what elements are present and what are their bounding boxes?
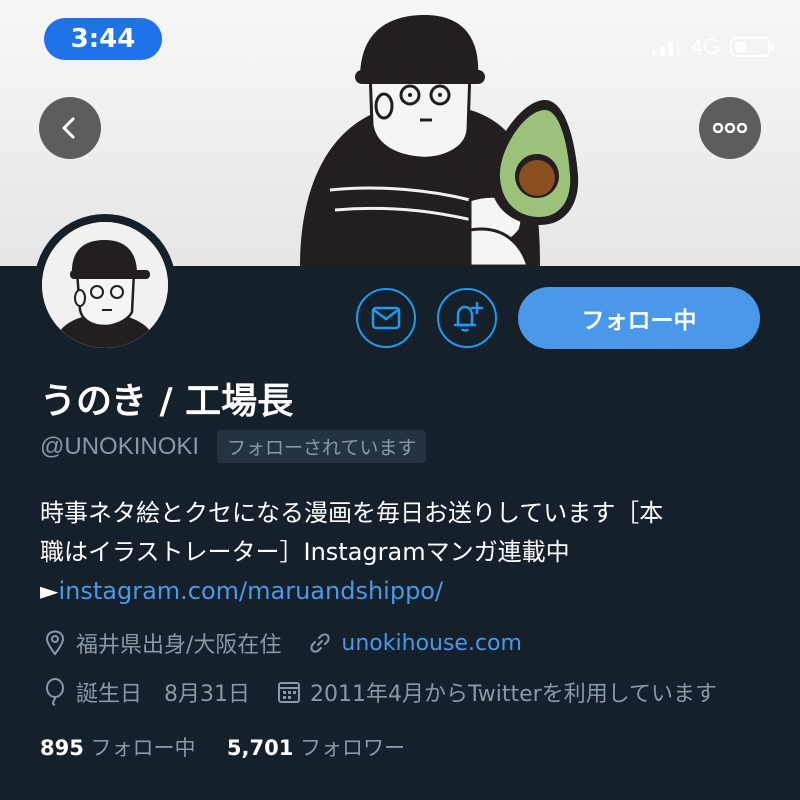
profile-avatar[interactable] bbox=[34, 214, 176, 356]
followers-label: フォロワー bbox=[300, 736, 406, 760]
followers-count: 5,701 bbox=[226, 736, 294, 760]
calendar-icon bbox=[274, 680, 304, 704]
battery-icon bbox=[730, 37, 774, 57]
bio-line-1: 時事ネタ絵とクセになる漫画を毎日お送りしています［本 bbox=[40, 499, 664, 527]
mail-icon bbox=[371, 306, 401, 330]
following-label: フォロー中 bbox=[90, 736, 196, 760]
following-count: 895 bbox=[40, 736, 84, 760]
followers-stat[interactable]: 5,701 フォロワー bbox=[227, 736, 405, 760]
message-button[interactable] bbox=[356, 288, 416, 348]
bio-line-3: ►instagram.com/maruandshippo/ bbox=[40, 572, 760, 611]
birthday-text: 誕生日 8月31日 bbox=[76, 682, 250, 707]
status-time: 3:44 bbox=[44, 18, 162, 60]
bio-link[interactable]: instagram.com/maruandshippo/ bbox=[58, 577, 443, 605]
status-indicators: 4G bbox=[651, 34, 774, 60]
avatar-image bbox=[42, 222, 168, 348]
more-options-button[interactable] bbox=[699, 97, 761, 159]
notification-button[interactable] bbox=[437, 288, 497, 348]
follow-stats: 895 フォロー中 5,701 フォロワー bbox=[40, 732, 405, 762]
bell-plus-icon bbox=[453, 301, 484, 332]
dates-row: 誕生日 8月31日 2011年4月からTwitterを利用しています bbox=[40, 676, 717, 708]
follows-you-badge: フォローされています bbox=[217, 430, 427, 463]
handle-row: @UNOKINOKI フォローされています bbox=[40, 430, 427, 463]
more-horizontal-icon bbox=[713, 123, 747, 133]
location-pin-icon bbox=[40, 630, 70, 656]
bio-line-2: 職はイラストレーター］Instagramマンガ連載中 bbox=[40, 538, 570, 566]
joined-text: 2011年4月からTwitterを利用しています bbox=[310, 682, 718, 707]
location-text: 福井県出身/大阪在住 bbox=[76, 633, 282, 658]
network-type: 4G bbox=[690, 34, 720, 59]
location-row: 福井県出身/大阪在住 unokihouse.com bbox=[40, 627, 522, 659]
balloon-icon bbox=[40, 678, 70, 706]
website-link[interactable]: unokihouse.com bbox=[341, 631, 522, 656]
signal-icon bbox=[651, 38, 681, 56]
profile-bio: 時事ネタ絵とクセになる漫画を毎日お送りしています［本 職はイラストレーター］In… bbox=[40, 494, 760, 611]
following-stat[interactable]: 895 フォロー中 bbox=[40, 736, 196, 760]
profile-handle: @UNOKINOKI bbox=[40, 432, 200, 460]
profile-name: うのき / 工場長 bbox=[40, 381, 294, 422]
back-button[interactable] bbox=[39, 97, 101, 159]
link-icon bbox=[305, 631, 335, 655]
chevron-left-icon bbox=[62, 117, 75, 139]
bio-arrow: ► bbox=[40, 577, 59, 605]
following-button[interactable]: フォロー中 bbox=[518, 287, 760, 349]
